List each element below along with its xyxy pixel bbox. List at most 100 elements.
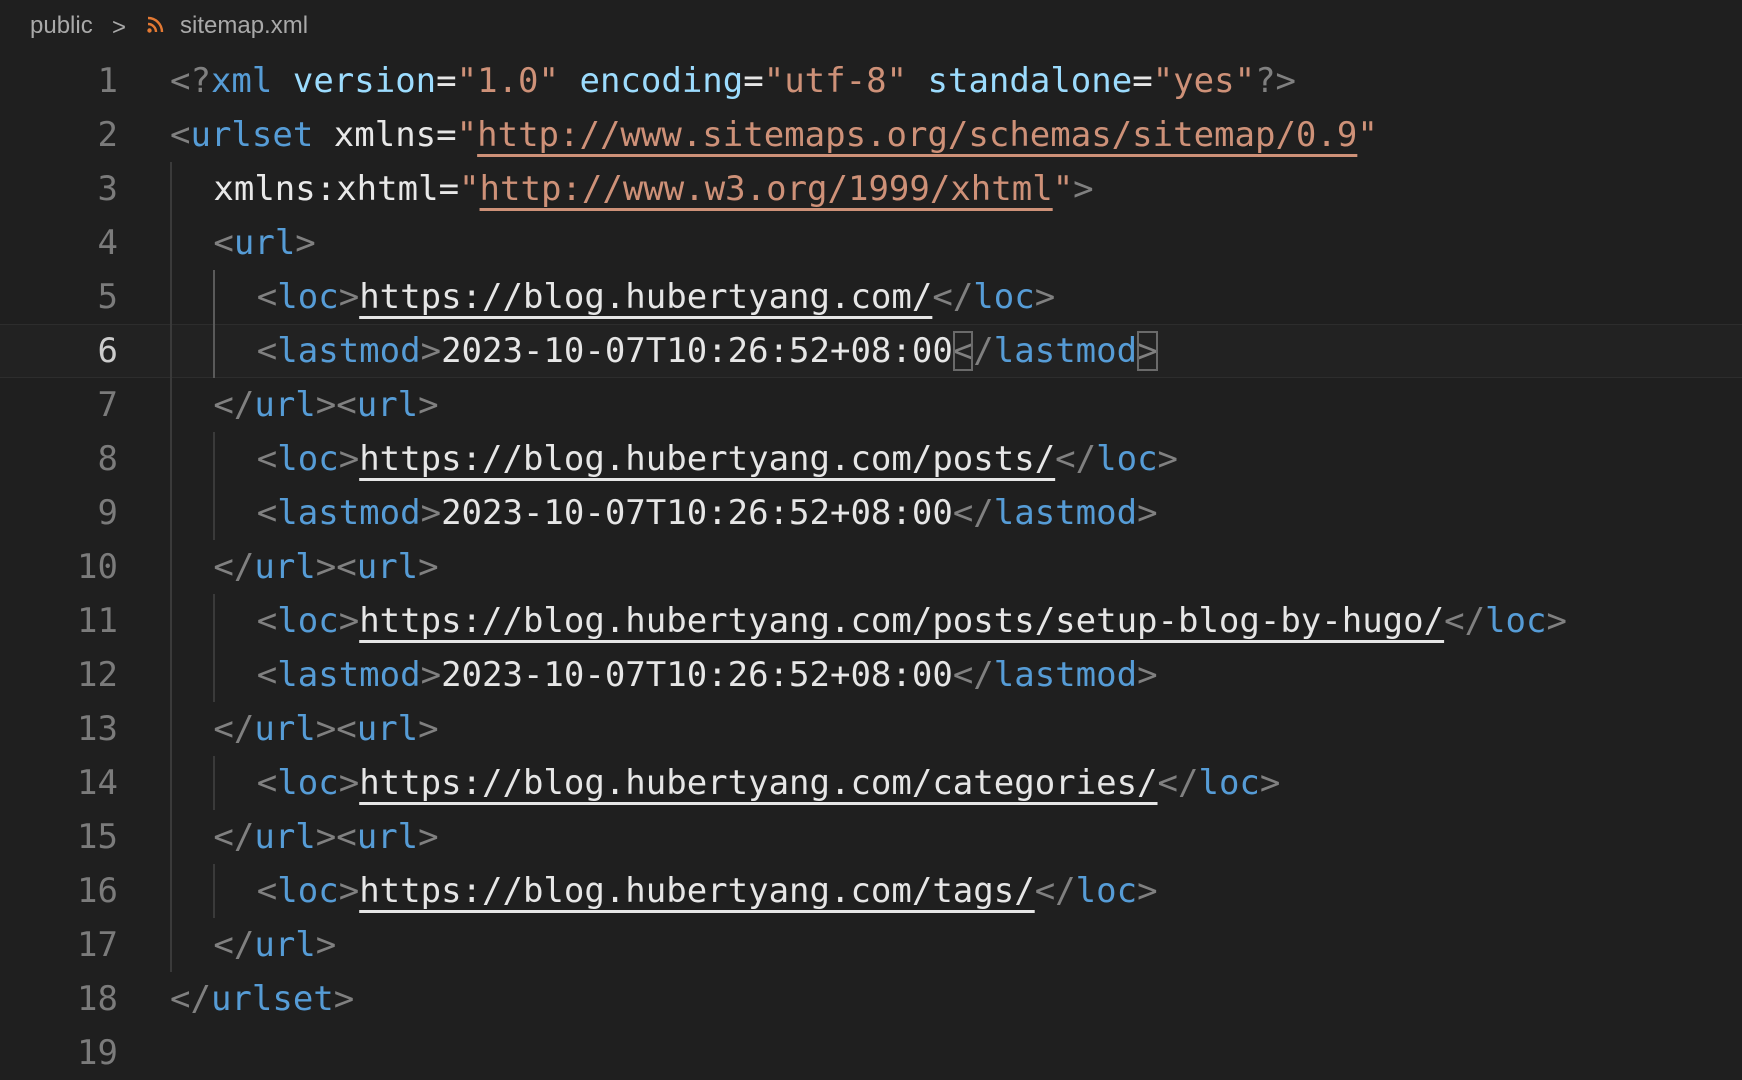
- code-token: loc: [277, 763, 339, 803]
- code-line[interactable]: 19: [0, 1026, 1742, 1080]
- line-number: 4: [97, 223, 118, 263]
- code-token: 2023-10-07T10:26:52+08:00: [441, 493, 953, 533]
- code-token: url: [254, 385, 316, 425]
- code-line[interactable]: 11 <loc>https://blog.hubertyang.com/posts…: [0, 594, 1742, 648]
- code-token: =: [436, 115, 457, 155]
- code-token: ><: [315, 547, 357, 587]
- code-line[interactable]: 1 <?xml version="1.0" encoding="utf-8" st…: [0, 54, 1742, 108]
- line-number: 15: [77, 817, 118, 857]
- code-content: </url><url>: [213, 702, 438, 756]
- line-number: 17: [77, 925, 118, 965]
- code-content: <urlset xmlns="http://www.sitemaps.org/s…: [170, 108, 1378, 162]
- code-token: 2023-10-07T10:26:52+08:00: [441, 655, 953, 695]
- code-line[interactable]: 9 <lastmod>2023-10-07T10:26:52+08:00</las…: [0, 486, 1742, 540]
- code-content: <url>: [213, 216, 315, 270]
- code-token: </: [213, 385, 255, 425]
- code-token: lastmod: [993, 493, 1138, 533]
- code-token: <: [256, 655, 278, 695]
- code-token: >: [420, 655, 442, 695]
- code-token: =: [438, 169, 460, 209]
- code-token: loc: [277, 871, 339, 911]
- rss-icon: [147, 16, 164, 33]
- code-token: <: [170, 115, 191, 155]
- code-line[interactable]: 7 </url><url>: [0, 378, 1742, 432]
- code-token: "1.0": [456, 61, 559, 101]
- code-line[interactable]: 6 <lastmod>2023-10-07T10:26:52+08:00</las…: [0, 324, 1742, 378]
- code-token: https://blog.hubertyang.com/: [359, 277, 933, 317]
- code-line[interactable]: 13 </url><url>: [0, 702, 1742, 756]
- code-token: url: [254, 817, 316, 857]
- code-token: "utf-8": [763, 61, 908, 101]
- code-line[interactable]: 8 <loc>https://blog.hubertyang.com/posts/…: [0, 432, 1742, 486]
- line-number: 19: [77, 1033, 118, 1073]
- code-token: >: [1034, 277, 1056, 317]
- code-token: version: [292, 61, 437, 101]
- line-number: 3: [97, 169, 118, 209]
- code-content: <lastmod>2023-10-07T10:26:52+08:00</last…: [257, 486, 1158, 540]
- code-token: >: [1137, 655, 1158, 695]
- code-content: <lastmod>2023-10-07T10:26:52+08:00</last…: [257, 648, 1158, 702]
- line-number: 12: [77, 655, 118, 695]
- code-content: <loc>https://blog.hubertyang.com/posts/<…: [257, 432, 1178, 486]
- code-line[interactable]: 16 <loc>https://blog.hubertyang.com/tags/…: [0, 864, 1742, 918]
- code-line[interactable]: 10 </url><url>: [0, 540, 1742, 594]
- code-line[interactable]: 17 </url>: [0, 918, 1742, 972]
- code-token: loc: [277, 601, 339, 641]
- code-token: urlset: [210, 979, 334, 1019]
- code-content: <loc>https://blog.hubertyang.com/categor…: [257, 756, 1281, 810]
- code-token: loc: [1096, 439, 1158, 479]
- code-token: >: [1137, 331, 1158, 371]
- line-number: 6: [97, 331, 118, 371]
- code-token: loc: [277, 277, 339, 317]
- code-token: >: [1259, 763, 1281, 803]
- code-editor[interactable]: 1 <?xml version="1.0" encoding="utf-8" st…: [0, 52, 1742, 1080]
- code-token: >: [418, 385, 439, 425]
- code-token: >: [1073, 169, 1094, 209]
- code-line[interactable]: 14 <loc>https://blog.hubertyang.com/categ…: [0, 756, 1742, 810]
- line-number: 9: [97, 493, 118, 533]
- code-token: >: [1137, 493, 1158, 533]
- code-token: url: [356, 547, 419, 587]
- line-number: 13: [77, 709, 118, 749]
- code-line[interactable]: 15 </url><url>: [0, 810, 1742, 864]
- code-token: url: [254, 547, 316, 587]
- code-token: </: [213, 817, 255, 857]
- code-token: </: [1157, 763, 1199, 803]
- code-line[interactable]: 18 </urlset>: [0, 972, 1742, 1026]
- code-token: ?>: [1255, 61, 1297, 101]
- code-token: </: [213, 547, 255, 587]
- code-token: loc: [277, 439, 339, 479]
- line-number: 5: [97, 277, 118, 317]
- code-line[interactable]: 5 <loc>https://blog.hubertyang.com/</loc>: [0, 270, 1742, 324]
- code-token: =: [1132, 61, 1153, 101]
- code-content: <loc>https://blog.hubertyang.com/tags/</…: [257, 864, 1158, 918]
- code-token: >: [420, 331, 442, 371]
- code-token: http://www.sitemaps.org/schemas/sitemap/…: [477, 115, 1358, 155]
- indent-guide: [213, 756, 216, 810]
- code-line[interactable]: 3 xmlns:xhtml="http://www.w3.org/1999/xht…: [0, 162, 1742, 216]
- code-line[interactable]: 2 <urlset xmlns="http://www.sitemaps.org/…: [0, 108, 1742, 162]
- code-content: </url><url>: [213, 810, 438, 864]
- code-token: </: [170, 979, 211, 1019]
- code-token: lastmod: [277, 655, 421, 695]
- breadcrumb-folder[interactable]: public: [30, 10, 93, 42]
- code-token: >: [338, 871, 360, 911]
- code-token: </: [952, 493, 994, 533]
- code-content: </url><url>: [213, 540, 438, 594]
- code-token: ": [1357, 115, 1378, 155]
- code-token: <?: [170, 61, 211, 101]
- breadcrumb-file[interactable]: sitemap.xml: [180, 10, 308, 42]
- code-line[interactable]: 4 <url>: [0, 216, 1742, 270]
- code-content: <lastmod>2023-10-07T10:26:52+08:00</last…: [257, 324, 1158, 378]
- line-number: 2: [97, 115, 118, 155]
- code-token: https://blog.hubertyang.com/tags/: [359, 871, 1035, 911]
- code-token: <: [256, 439, 278, 479]
- code-token: </: [932, 277, 974, 317]
- code-content: </urlset>: [170, 972, 354, 1026]
- indent-guide: [170, 162, 172, 972]
- code-token: loc: [1075, 871, 1138, 911]
- code-token: ": [456, 115, 478, 155]
- code-line[interactable]: 12 <lastmod>2023-10-07T10:26:52+08:00</la…: [0, 648, 1742, 702]
